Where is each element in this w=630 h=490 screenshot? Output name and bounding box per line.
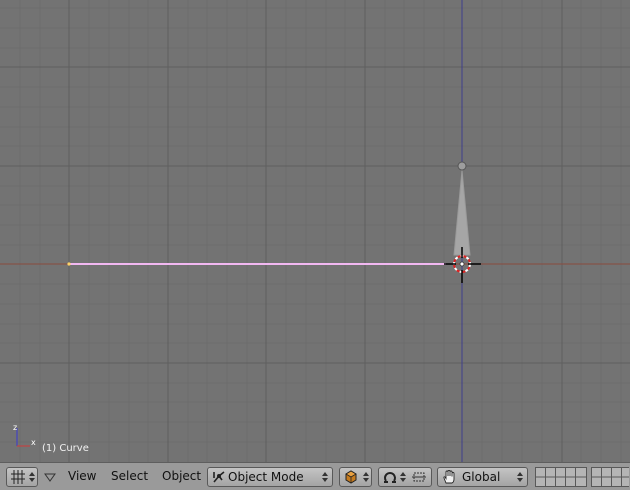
- viewport-header: View Select Object Object Mode Global: [0, 462, 630, 490]
- layer-grid-icon[interactable]: [591, 467, 629, 487]
- mode-selector-label: Object Mode: [228, 470, 304, 484]
- updown-arrows-icon: [517, 472, 523, 482]
- axis-label-x: x: [31, 438, 36, 447]
- draw-type-dropdown[interactable]: [339, 467, 372, 487]
- triangle-down-icon[interactable]: [44, 473, 56, 483]
- 3d-cursor-icon[interactable]: [444, 247, 481, 283]
- major-grid: [0, 0, 630, 462]
- grid-icon: [11, 470, 25, 484]
- 3d-viewport[interactable]: z x (1) Curve: [0, 0, 630, 462]
- lamp-ball[interactable]: [457, 161, 467, 171]
- object-info-label: (1) Curve: [42, 443, 89, 454]
- view-menu[interactable]: View: [68, 469, 96, 483]
- axis-label-z: z: [13, 423, 17, 432]
- transform-orientation-dropdown[interactable]: Global: [437, 467, 528, 487]
- pivot-point-dropdown[interactable]: [378, 467, 432, 487]
- curve-origin-dot[interactable]: [67, 262, 71, 266]
- object-mode-icon: [213, 471, 225, 483]
- select-menu[interactable]: Select: [111, 469, 148, 483]
- minor-grid: [0, 0, 630, 462]
- pivot-icon: [384, 472, 396, 483]
- mode-selector-dropdown[interactable]: Object Mode: [207, 467, 333, 487]
- solid-draw-icon: [345, 470, 357, 484]
- transform-orientation-label: Global: [462, 470, 501, 484]
- updown-arrows-icon: [400, 472, 406, 482]
- updown-arrows-icon: [29, 472, 35, 482]
- lamp-cone[interactable]: [453, 169, 471, 256]
- editor-type-button[interactable]: [6, 467, 38, 487]
- layer-grid-icon[interactable]: [535, 467, 587, 487]
- hand-icon[interactable]: [441, 469, 457, 485]
- proportional-edit-icon[interactable]: [411, 470, 427, 484]
- blender-window: z x (1) Curve View Select Object Object …: [0, 0, 630, 490]
- viewport-canvas[interactable]: z x: [0, 0, 630, 462]
- axis-gizmo-icon: z x: [13, 423, 36, 447]
- updown-arrows-icon: [363, 472, 369, 482]
- updown-arrows-icon: [322, 472, 328, 482]
- object-menu[interactable]: Object: [162, 469, 201, 483]
